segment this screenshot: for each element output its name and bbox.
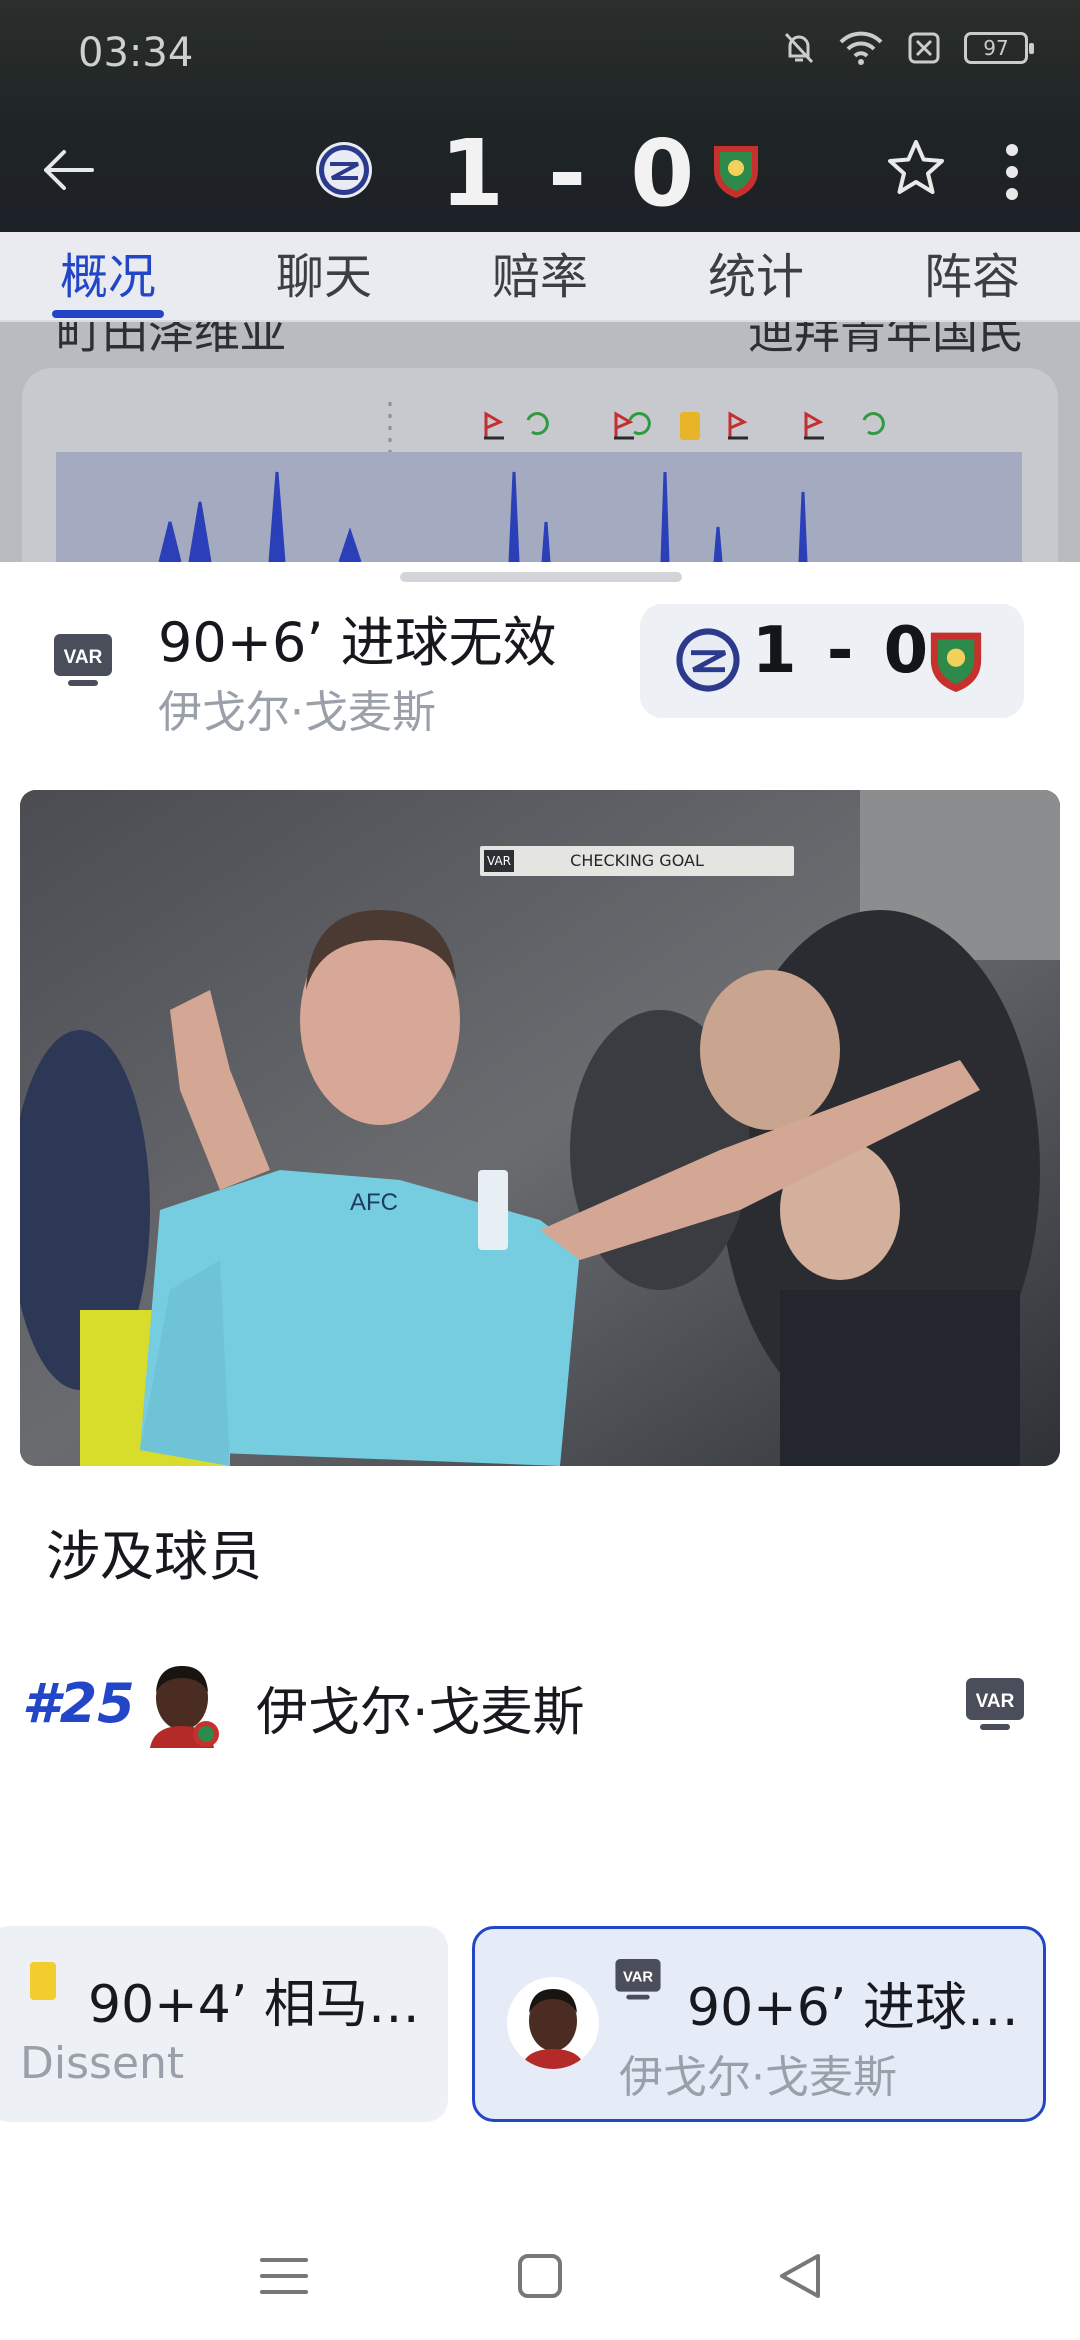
highlight-video[interactable]: AFC VAR CHECKING GOAL — [20, 790, 1060, 1466]
away-team-crest[interactable] — [708, 140, 764, 198]
event-player: 伊戈尔·戈麦斯 — [158, 687, 436, 738]
status-time: 03:34 — [78, 30, 194, 76]
player-avatar — [150, 1666, 219, 1748]
tab-overview[interactable]: 概况 — [0, 232, 216, 320]
mute-bell-icon — [784, 32, 814, 64]
overview-background: 町田泽维亚 迪拜青年国民 — [0, 322, 1080, 562]
involved-player-row[interactable]: #25 伊戈尔·戈麦斯 VAR — [0, 1662, 1080, 1762]
player-number: #25 — [22, 1672, 135, 1735]
event-home-score: 1 — [752, 614, 801, 688]
sheet-drag-handle[interactable] — [400, 572, 682, 582]
tab-lineup[interactable]: 阵容 — [864, 232, 1080, 320]
tab-bar: 概况 聊天 赔率 统计 阵容 — [0, 232, 1080, 322]
header-away-score: 0 — [630, 120, 701, 227]
home-square-icon[interactable] — [510, 2246, 570, 2306]
event-card-title: 90+4’ 相马… — [88, 1975, 420, 2035]
var-badge-text: VAR — [623, 1970, 653, 1986]
event-score-separator: - — [826, 614, 858, 688]
tab-chat[interactable]: 聊天 — [216, 232, 432, 320]
system-nav-bar — [0, 2210, 1080, 2340]
var-icon: VAR — [615, 1959, 661, 2000]
var-checking-banner: VAR CHECKING GOAL — [480, 846, 794, 876]
event-card-title: 90+6’ 进球… — [687, 1978, 1019, 2038]
event-timeline-icons — [56, 402, 1022, 562]
event-card-subtitle: Dissent — [20, 2038, 185, 2089]
var-overlay-text: CHECKING GOAL — [570, 851, 704, 870]
back-triangle-icon[interactable] — [770, 2246, 830, 2306]
battery-icon: 97 — [964, 32, 1034, 64]
var-badge-text: VAR — [64, 647, 103, 668]
recents-menu-icon[interactable] — [254, 2246, 314, 2306]
event-score-card: 1 - 0 — [640, 604, 1024, 718]
home-team-crest[interactable] — [316, 142, 372, 198]
status-bar: 03:34 97 — [0, 0, 1080, 110]
player-name: 伊戈尔·戈麦斯 — [256, 1683, 585, 1743]
var-icon: VAR — [966, 1678, 1024, 1730]
var-badge-text: VAR — [976, 1691, 1015, 1712]
wifi-icon — [839, 31, 883, 65]
tab-stats[interactable]: 统计 — [648, 232, 864, 320]
yellow-card-icon — [30, 1962, 56, 2000]
away-team-crest — [924, 624, 988, 696]
header-home-score: 1 — [440, 120, 511, 227]
home-team-crest — [674, 626, 742, 694]
favorite-star-icon[interactable] — [884, 136, 948, 200]
section-title-players: 涉及球员 — [46, 1525, 262, 1588]
event-title: 90+6’ 进球无效 — [158, 611, 557, 674]
header-score-separator: - — [548, 120, 593, 227]
match-header: 03:34 97 1 - 0 — [0, 0, 1080, 232]
event-card-var[interactable]: VAR 90+6’ 进球… 伊戈尔·戈麦斯 — [472, 1926, 1046, 2122]
event-detail-sheet: VAR 90+6’ 进球无效 伊戈尔·戈麦斯 1 - 0 AFC VAR CHE… — [0, 562, 1080, 2340]
header-score: 1 - 0 — [440, 120, 700, 227]
svg-text:AFC: AFC — [350, 1189, 398, 1216]
referee-video-frame: AFC — [20, 790, 1060, 1466]
event-score: 1 - 0 — [752, 614, 932, 688]
event-card-yellow[interactable]: 90+4’ 相马… Dissent — [0, 1926, 448, 2122]
status-icons: 97 — [782, 30, 1034, 66]
back-arrow-icon[interactable] — [38, 140, 98, 200]
more-options-icon[interactable] — [1000, 140, 1024, 204]
tab-odds[interactable]: 赔率 — [432, 232, 648, 320]
var-icon: VAR — [54, 634, 112, 686]
event-card-subtitle: 伊戈尔·戈麦斯 — [619, 2052, 897, 2103]
app-screen: 03:34 97 1 - 0 概况 聊天 赔率 统计 阵容 町田泽维亚 迪拜青年… — [0, 0, 1080, 2340]
player-avatar — [507, 1977, 599, 2069]
sim-off-icon — [908, 32, 940, 64]
